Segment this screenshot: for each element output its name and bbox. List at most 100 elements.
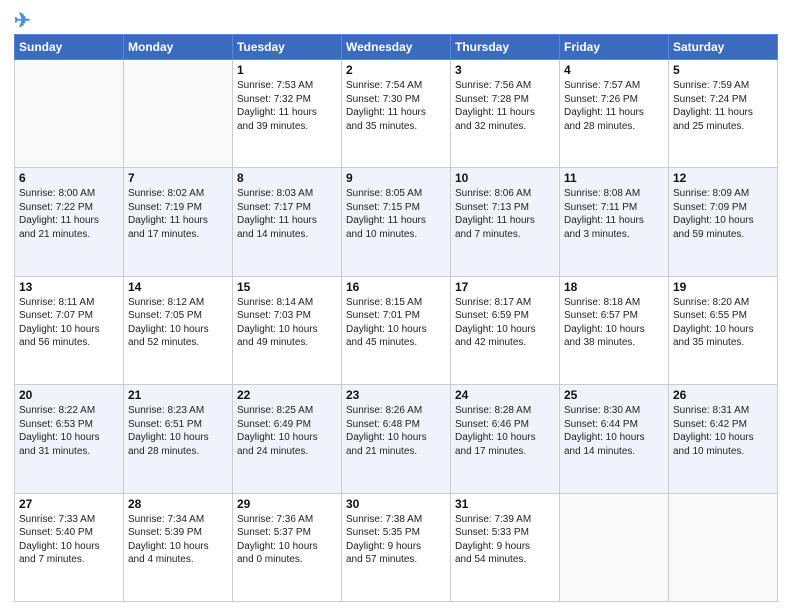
day-info: Sunrise: 8:30 AM Sunset: 6:44 PM Dayligh…: [564, 404, 664, 458]
calendar-cell: 20 Sunrise: 8:22 AM Sunset: 6:53 PM Dayli…: [15, 385, 124, 493]
calendar-cell: [124, 60, 233, 168]
day-info: Sunrise: 7:53 AM Sunset: 7:32 PM Dayligh…: [237, 79, 337, 133]
calendar-cell: 15Sunrise: 8:14 AM Sunset: 7:03 PM Dayli…: [233, 276, 342, 384]
weekday-header-friday: Friday: [560, 35, 669, 60]
day-info: Sunrise: 8:22 AM Sunset: 6:53 PM Dayligh…: [19, 404, 119, 458]
calendar-cell: 31Sunrise: 7:39 AM Sunset: 5:33 PM Dayli…: [451, 493, 560, 601]
week-row-1: 1Sunrise: 7:53 AM Sunset: 7:32 PM Daylig…: [15, 60, 778, 168]
week-row-2: 6 Sunrise: 8:00 AM Sunset: 7:22 PM Daylig…: [15, 168, 778, 276]
day-info: Sunrise: 7:54 AM Sunset: 7:30 PM Dayligh…: [346, 79, 446, 133]
calendar-cell: 24 Sunrise: 8:28 AM Sunset: 6:46 PM Dayli…: [451, 385, 560, 493]
weekday-header-row: SundayMondayTuesdayWednesdayThursdayFrid…: [15, 35, 778, 60]
day-number: 29: [237, 497, 337, 511]
day-info: Sunrise: 8:12 AM Sunset: 7:05 PM Dayligh…: [128, 296, 228, 350]
calendar-cell: 30 Sunrise: 7:38 AM Sunset: 5:35 PM Dayli…: [342, 493, 451, 601]
weekday-header-wednesday: Wednesday: [342, 35, 451, 60]
calendar-cell: 18 Sunrise: 8:18 AM Sunset: 6:57 PM Dayli…: [560, 276, 669, 384]
day-info: Sunrise: 8:15 AM Sunset: 7:01 PM Dayligh…: [346, 296, 446, 350]
day-info: Sunrise: 8:18 AM Sunset: 6:57 PM Dayligh…: [564, 296, 664, 350]
day-number: 14: [128, 280, 228, 294]
logo-bird-icon: ✈: [14, 10, 31, 32]
day-info: Sunrise: 8:20 AM Sunset: 6:55 PM Dayligh…: [673, 296, 773, 350]
day-number: 2: [346, 63, 446, 77]
calendar-cell: 16 Sunrise: 8:15 AM Sunset: 7:01 PM Dayli…: [342, 276, 451, 384]
calendar-cell: 5 Sunrise: 7:59 AM Sunset: 7:24 PM Daylig…: [669, 60, 778, 168]
calendar-cell: 14 Sunrise: 8:12 AM Sunset: 7:05 PM Dayli…: [124, 276, 233, 384]
calendar-cell: 19 Sunrise: 8:20 AM Sunset: 6:55 PM Dayli…: [669, 276, 778, 384]
day-number: 31: [455, 497, 555, 511]
day-info: Sunrise: 8:11 AM Sunset: 7:07 PM Dayligh…: [19, 296, 119, 350]
day-number: 20: [19, 388, 119, 402]
logo: ✈: [14, 10, 31, 28]
day-info: Sunrise: 7:34 AM Sunset: 5:39 PM Dayligh…: [128, 513, 228, 567]
weekday-header-tuesday: Tuesday: [233, 35, 342, 60]
weekday-header-saturday: Saturday: [669, 35, 778, 60]
day-number: 16: [346, 280, 446, 294]
day-number: 30: [346, 497, 446, 511]
logo-text: ✈: [14, 10, 31, 32]
weekday-header-thursday: Thursday: [451, 35, 560, 60]
calendar-table: SundayMondayTuesdayWednesdayThursdayFrid…: [14, 34, 778, 602]
calendar-cell: 13 Sunrise: 8:11 AM Sunset: 7:07 PM Dayli…: [15, 276, 124, 384]
calendar-cell: 4 Sunrise: 7:57 AM Sunset: 7:26 PM Daylig…: [560, 60, 669, 168]
day-info: Sunrise: 8:28 AM Sunset: 6:46 PM Dayligh…: [455, 404, 555, 458]
day-info: Sunrise: 7:33 AM Sunset: 5:40 PM Dayligh…: [19, 513, 119, 567]
calendar-cell: 21 Sunrise: 8:23 AM Sunset: 6:51 PM Dayli…: [124, 385, 233, 493]
day-number: 24: [455, 388, 555, 402]
day-info: Sunrise: 7:56 AM Sunset: 7:28 PM Dayligh…: [455, 79, 555, 133]
week-row-5: 27 Sunrise: 7:33 AM Sunset: 5:40 PM Dayli…: [15, 493, 778, 601]
day-info: Sunrise: 8:23 AM Sunset: 6:51 PM Dayligh…: [128, 404, 228, 458]
day-info: Sunrise: 8:31 AM Sunset: 6:42 PM Dayligh…: [673, 404, 773, 458]
day-number: 9: [346, 171, 446, 185]
day-number: 10: [455, 171, 555, 185]
calendar-cell: 10 Sunrise: 8:06 AM Sunset: 7:13 PM Dayli…: [451, 168, 560, 276]
day-number: 8: [237, 171, 337, 185]
day-number: 13: [19, 280, 119, 294]
week-row-4: 20 Sunrise: 8:22 AM Sunset: 6:53 PM Dayli…: [15, 385, 778, 493]
day-info: Sunrise: 8:09 AM Sunset: 7:09 PM Dayligh…: [673, 187, 773, 241]
calendar-cell: 3 Sunrise: 7:56 AM Sunset: 7:28 PM Daylig…: [451, 60, 560, 168]
calendar-cell: 6 Sunrise: 8:00 AM Sunset: 7:22 PM Daylig…: [15, 168, 124, 276]
day-number: 3: [455, 63, 555, 77]
day-info: Sunrise: 8:06 AM Sunset: 7:13 PM Dayligh…: [455, 187, 555, 241]
weekday-header-monday: Monday: [124, 35, 233, 60]
calendar-cell: 1Sunrise: 7:53 AM Sunset: 7:32 PM Daylig…: [233, 60, 342, 168]
day-number: 21: [128, 388, 228, 402]
calendar-cell: 9 Sunrise: 8:05 AM Sunset: 7:15 PM Daylig…: [342, 168, 451, 276]
page: ✈ SundayMondayTuesdayWednesdayThursdayFr…: [0, 0, 792, 612]
day-number: 15: [237, 280, 337, 294]
day-info: Sunrise: 7:36 AM Sunset: 5:37 PM Dayligh…: [237, 513, 337, 567]
week-row-3: 13 Sunrise: 8:11 AM Sunset: 7:07 PM Dayli…: [15, 276, 778, 384]
day-info: Sunrise: 8:25 AM Sunset: 6:49 PM Dayligh…: [237, 404, 337, 458]
calendar-cell: 7Sunrise: 8:02 AM Sunset: 7:19 PM Daylig…: [124, 168, 233, 276]
calendar-cell: [669, 493, 778, 601]
calendar-cell: 29 Sunrise: 7:36 AM Sunset: 5:37 PM Dayli…: [233, 493, 342, 601]
day-number: 18: [564, 280, 664, 294]
day-number: 12: [673, 171, 773, 185]
day-number: 22: [237, 388, 337, 402]
day-number: 5: [673, 63, 773, 77]
calendar-cell: 25Sunrise: 8:30 AM Sunset: 6:44 PM Dayli…: [560, 385, 669, 493]
calendar-cell: 23 Sunrise: 8:26 AM Sunset: 6:48 PM Dayli…: [342, 385, 451, 493]
day-info: Sunrise: 8:03 AM Sunset: 7:17 PM Dayligh…: [237, 187, 337, 241]
calendar-cell: 28Sunrise: 7:34 AM Sunset: 5:39 PM Dayli…: [124, 493, 233, 601]
day-info: Sunrise: 8:05 AM Sunset: 7:15 PM Dayligh…: [346, 187, 446, 241]
day-info: Sunrise: 8:00 AM Sunset: 7:22 PM Dayligh…: [19, 187, 119, 241]
calendar-cell: [15, 60, 124, 168]
day-number: 19: [673, 280, 773, 294]
day-number: 27: [19, 497, 119, 511]
day-info: Sunrise: 7:38 AM Sunset: 5:35 PM Dayligh…: [346, 513, 446, 567]
day-number: 7: [128, 171, 228, 185]
day-info: Sunrise: 7:59 AM Sunset: 7:24 PM Dayligh…: [673, 79, 773, 133]
day-number: 6: [19, 171, 119, 185]
header: ✈: [14, 10, 778, 28]
day-number: 4: [564, 63, 664, 77]
calendar-cell: [560, 493, 669, 601]
day-number: 26: [673, 388, 773, 402]
day-info: Sunrise: 8:26 AM Sunset: 6:48 PM Dayligh…: [346, 404, 446, 458]
calendar-cell: 17 Sunrise: 8:17 AM Sunset: 6:59 PM Dayli…: [451, 276, 560, 384]
day-info: Sunrise: 8:17 AM Sunset: 6:59 PM Dayligh…: [455, 296, 555, 350]
day-info: Sunrise: 7:57 AM Sunset: 7:26 PM Dayligh…: [564, 79, 664, 133]
day-number: 23: [346, 388, 446, 402]
day-number: 17: [455, 280, 555, 294]
